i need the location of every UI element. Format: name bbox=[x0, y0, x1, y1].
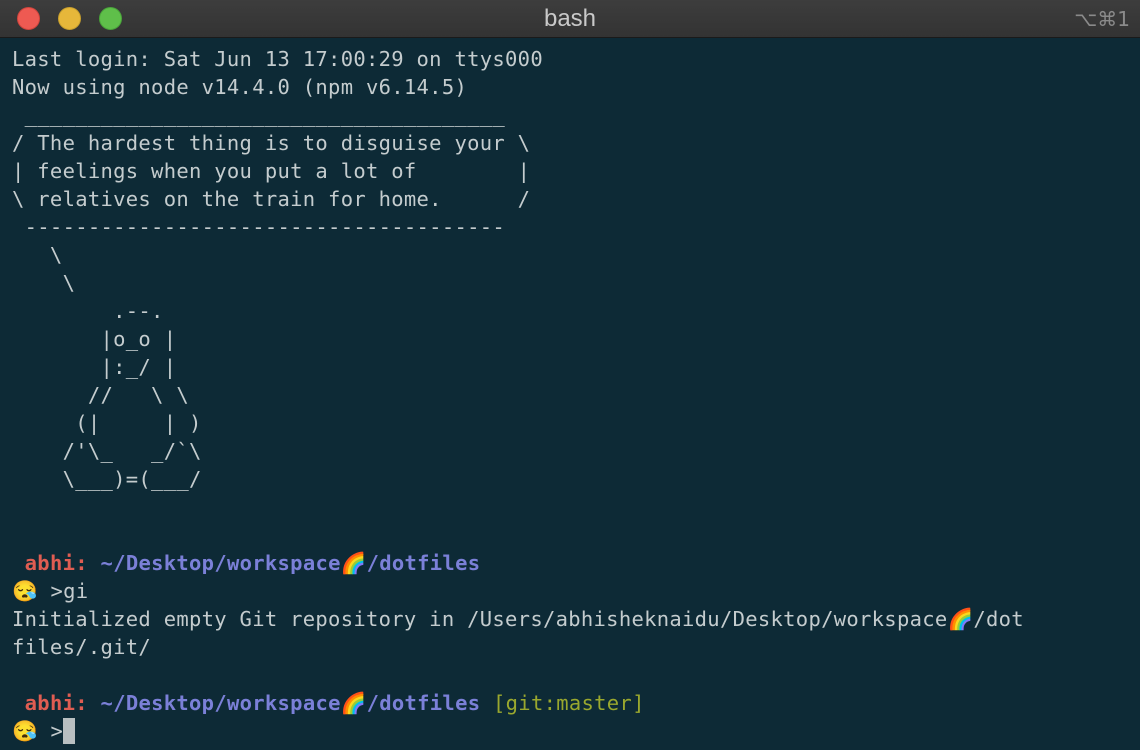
prompt-path: ~/Desktop/workspace🌈/dotfiles bbox=[100, 691, 481, 715]
node-version-line: Now using node v14.4.0 (npm v6.14.5) bbox=[12, 75, 468, 99]
prompt-path: ~/Desktop/workspace🌈/dotfiles bbox=[100, 551, 481, 575]
terminal-window: bash ⌥⌘1 Last login: Sat Jun 13 17:00:29… bbox=[0, 0, 1140, 750]
prompt-separator: : bbox=[75, 551, 88, 575]
prompt-user: abhi bbox=[24, 551, 76, 575]
title-bar[interactable]: bash ⌥⌘1 bbox=[0, 0, 1140, 38]
text-cursor bbox=[63, 718, 76, 744]
cowsay-output: ______________________________________ /… bbox=[12, 103, 531, 491]
output-line: files/.git/ bbox=[12, 635, 152, 659]
command-text: gi bbox=[63, 579, 89, 603]
window-shortcut: ⌥⌘1 bbox=[1074, 7, 1130, 31]
terminal-content[interactable]: Last login: Sat Jun 13 17:00:29 on ttys0… bbox=[12, 45, 1134, 745]
prompt-line: abhi: ~/Desktop/workspace🌈/dotfiles bbox=[12, 549, 1134, 577]
sleepy-face-icon: 😪 bbox=[12, 579, 38, 603]
prompt-line: abhi: ~/Desktop/workspace🌈/dotfiles [git… bbox=[12, 689, 1134, 717]
command-line: 😪 >gi bbox=[12, 577, 1134, 605]
output-line: Initialized empty Git repository in /Use… bbox=[12, 607, 1024, 631]
active-command-line[interactable]: 😪 > bbox=[12, 717, 1134, 745]
prompt-symbol: > bbox=[50, 579, 64, 603]
git-branch: [git:master] bbox=[493, 691, 645, 715]
prompt-symbol: > bbox=[50, 719, 64, 743]
prompt-separator: : bbox=[75, 691, 88, 715]
login-line: Last login: Sat Jun 13 17:00:29 on ttys0… bbox=[12, 47, 543, 71]
sleepy-face-icon: 😪 bbox=[12, 719, 38, 743]
prompt-user: abhi bbox=[24, 691, 76, 715]
window-title: bash bbox=[543, 5, 597, 32]
